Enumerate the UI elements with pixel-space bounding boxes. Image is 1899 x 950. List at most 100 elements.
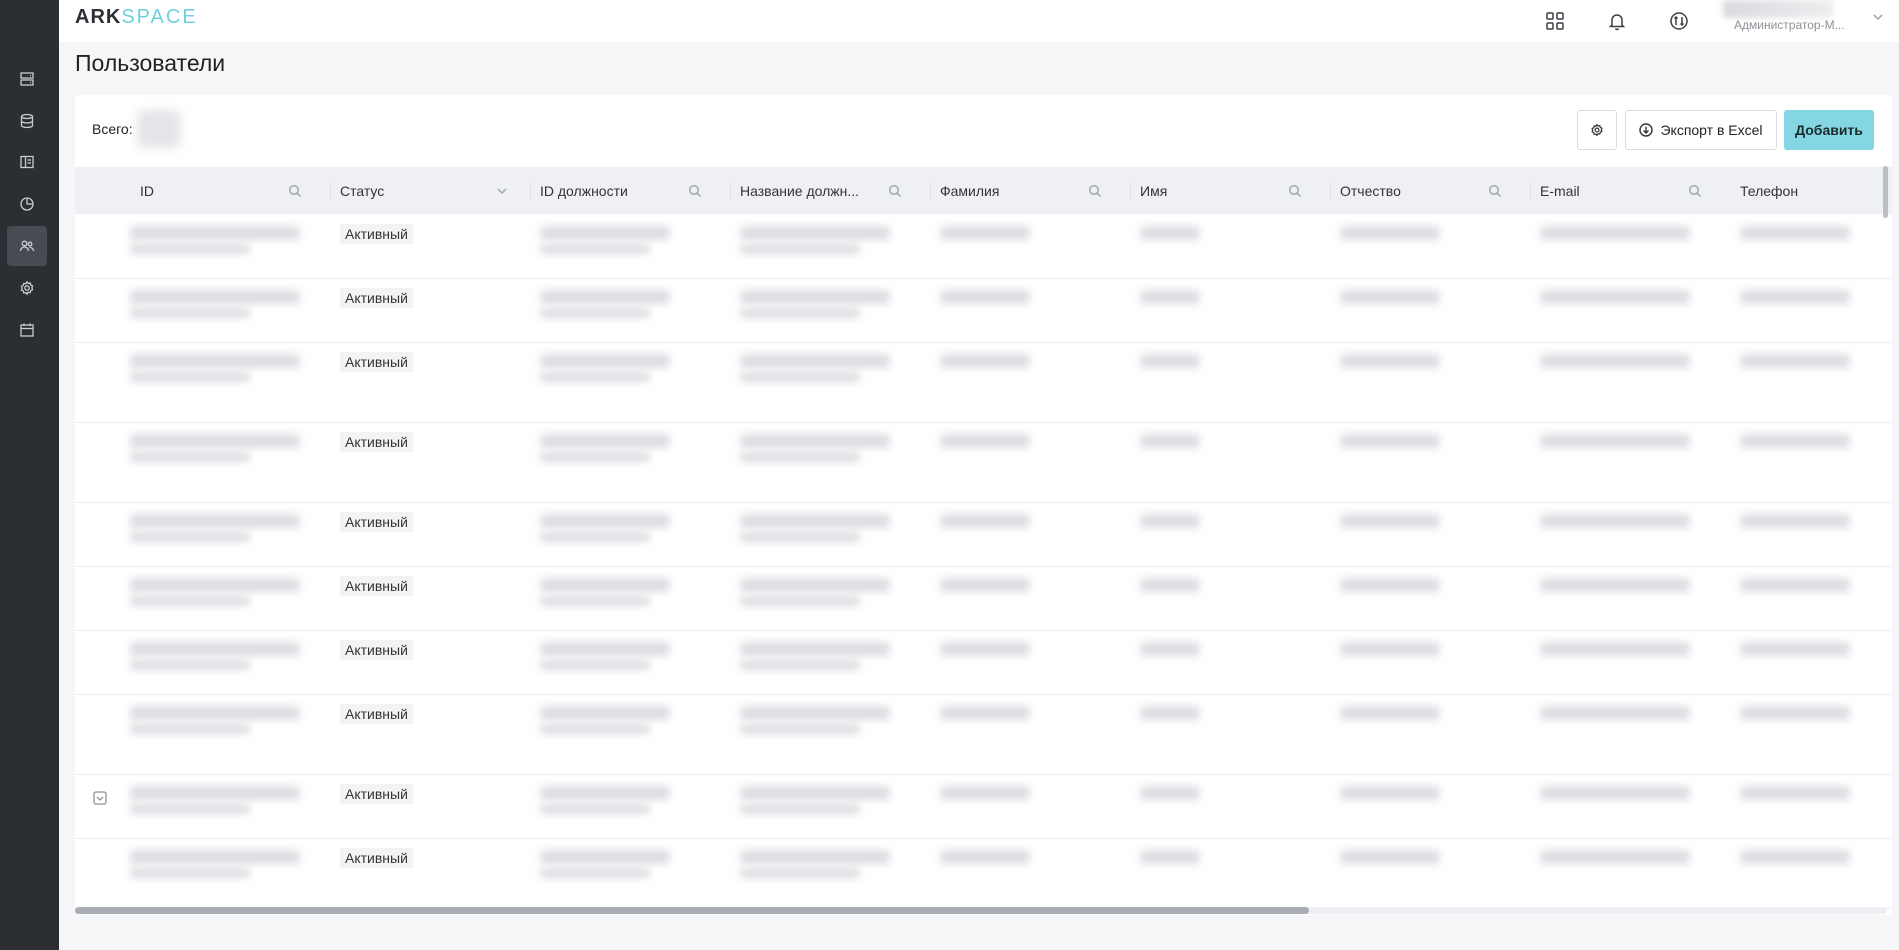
column-header[interactable]: ID [140,167,330,214]
chevron-down-icon[interactable] [495,184,509,198]
table-row[interactable]: Активный [75,422,1892,503]
redacted-cell-value [1340,226,1440,240]
redacted-cell-value [940,706,1030,720]
column-header[interactable]: Название должн... [740,167,930,214]
column-separator[interactable] [530,181,531,201]
redacted-cell-value [130,850,300,864]
logo-space: SPACE [121,6,198,28]
column-header[interactable]: Статус [340,167,530,214]
redacted-cell-value [740,804,860,814]
download-icon [1639,123,1654,137]
search-icon[interactable] [888,184,902,198]
user-menu-chevron[interactable] [1871,10,1885,24]
column-header[interactable]: E-mail [1540,167,1730,214]
table-row[interactable]: Активный [75,502,1892,567]
redacted-cell-value [1540,850,1690,864]
redacted-cell-value [740,372,860,382]
table-row[interactable]: Активный [75,774,1892,839]
notifications-button[interactable] [1602,6,1632,36]
table-settings-button[interactable] [1577,110,1617,150]
horizontal-scrollbar[interactable] [75,907,1887,914]
search-icon[interactable] [688,184,702,198]
redacted-cell-value [540,850,670,864]
pie-chart-icon [20,197,34,211]
redacted-cell-value [1740,290,1850,304]
column-header[interactable]: Имя [1140,167,1330,214]
redacted-cell-value [1740,578,1850,592]
redacted-cell-value [1540,706,1690,720]
table-row[interactable]: Активный [75,566,1892,631]
redacted-cell-value [1340,642,1440,656]
redacted-cell-value [1540,578,1690,592]
redacted-cell-value [540,372,650,382]
status-badge: Активный [340,224,413,244]
redacted-cell-value [130,514,300,528]
redacted-cell-value [1340,850,1440,864]
redacted-cell-value [540,724,650,734]
redacted-cell-value [740,642,890,656]
table-row[interactable]: Активный [75,342,1892,423]
column-header[interactable]: ID должности [540,167,730,214]
redacted-cell-value [540,514,670,528]
column-separator[interactable] [730,181,731,201]
table-row[interactable]: Активный [75,214,1892,279]
row-action-icon[interactable] [92,790,108,806]
redacted-cell-value [130,868,250,878]
table-row[interactable]: Активный [75,278,1892,343]
redacted-cell-value [540,578,670,592]
column-header[interactable]: Отчество [1340,167,1530,214]
total-count [137,110,181,148]
redacted-cell-value [130,642,300,656]
redacted-cell-value [130,290,300,304]
sidebar-item-calendar[interactable] [7,310,47,350]
app-logo[interactable]: ARKSPACE [75,6,198,29]
sidebar-item-settings[interactable] [7,268,47,308]
horizontal-scroll-thumb[interactable] [75,907,1309,914]
redacted-cell-value [740,514,890,528]
table-row[interactable]: Активный [75,838,1892,909]
sidebar-item-database[interactable] [7,101,47,141]
column-separator[interactable] [330,181,331,201]
redacted-cell-value [540,532,650,542]
sidebar-item-layout[interactable] [7,142,47,182]
redacted-cell-value [540,452,650,462]
redacted-cell-value [940,514,1030,528]
redacted-cell-value [1540,434,1690,448]
search-icon[interactable] [1088,184,1102,198]
redacted-cell-value [1140,290,1200,304]
column-header[interactable]: Телефон [1740,167,1892,214]
search-icon[interactable] [1688,184,1702,198]
column-separator[interactable] [1330,181,1331,201]
redacted-cell-value [130,786,300,800]
add-button[interactable]: Добавить [1784,110,1874,150]
sidebar-item-servers[interactable] [7,59,47,99]
user-role[interactable]: Администратор-М... [1734,18,1845,32]
search-icon[interactable] [288,184,302,198]
column-separator[interactable] [930,181,931,201]
search-icon[interactable] [1488,184,1502,198]
table-row[interactable]: Активный [75,630,1892,695]
vertical-scroll-thumb[interactable] [1883,166,1888,218]
column-header[interactable]: Фамилия [940,167,1130,214]
user-name[interactable] [1723,0,1833,18]
redacted-cell-value [130,532,250,542]
redacted-cell-value [1740,514,1850,528]
column-separator[interactable] [1130,181,1131,201]
sidebar-item-users[interactable] [7,226,47,266]
export-excel-button[interactable]: Экспорт в Excel [1625,110,1777,150]
column-header-label: E-mail [1540,182,1580,199]
sidebar-item-reports[interactable] [7,184,47,224]
layout-icon [20,155,34,169]
redacted-cell-value [1140,514,1200,528]
switch-button[interactable] [1664,6,1694,36]
table-row[interactable]: Активный [75,694,1892,775]
apps-grid-button[interactable] [1540,6,1570,36]
redacted-cell-value [130,660,250,670]
column-header-label: Фамилия [940,182,1000,199]
search-icon[interactable] [1288,184,1302,198]
bell-icon [1608,14,1626,31]
chevron-down-icon [1873,14,1883,21]
redacted-cell-value [1140,354,1200,368]
redacted-cell-value [130,308,250,318]
column-separator[interactable] [1530,181,1531,201]
